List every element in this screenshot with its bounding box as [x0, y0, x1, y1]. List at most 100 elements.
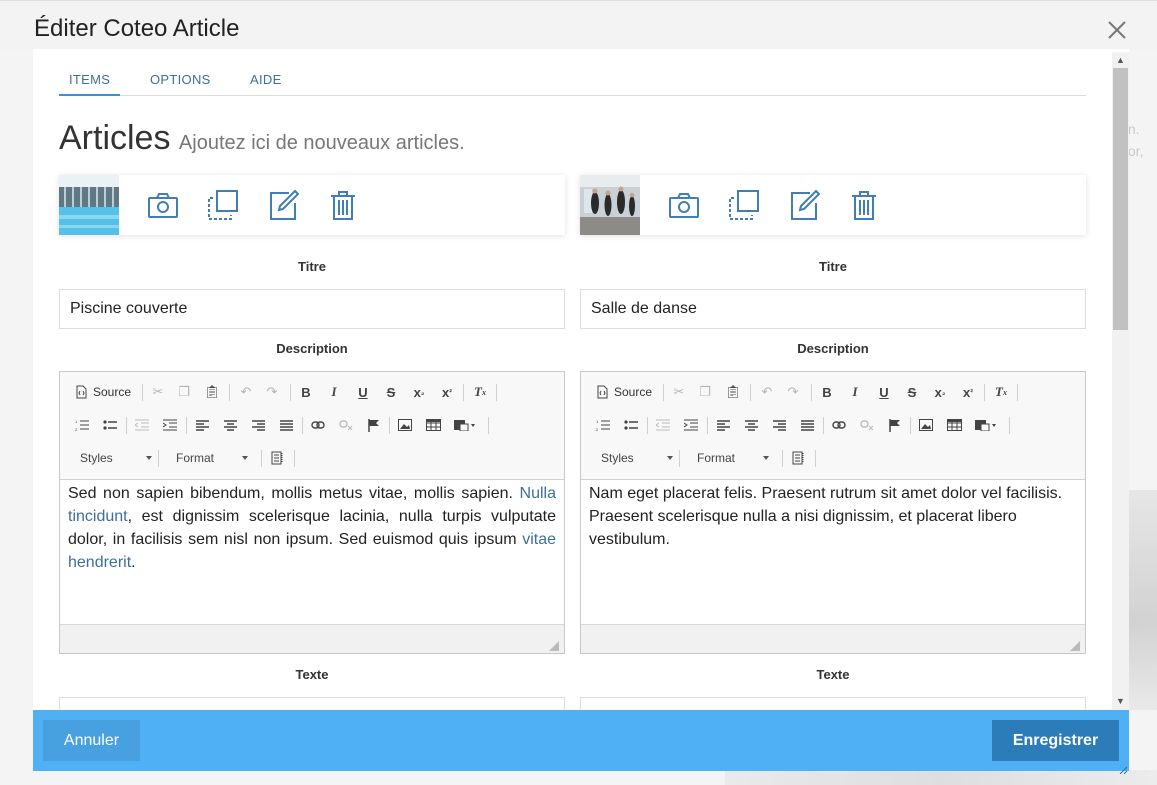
align-center-icon[interactable]: [218, 414, 242, 436]
unlink-icon[interactable]: [334, 414, 358, 436]
align-right-icon[interactable]: [767, 414, 791, 436]
indent-icon[interactable]: [158, 414, 182, 436]
bulleted-list-icon[interactable]: [619, 414, 643, 436]
resize-grip-icon[interactable]: [1119, 761, 1128, 775]
format-dropdown[interactable]: Format: [166, 447, 254, 469]
superscript-icon[interactable]: x²: [435, 381, 459, 403]
outdent-icon[interactable]: [130, 414, 154, 436]
italic-icon[interactable]: I: [322, 381, 346, 403]
camera-icon[interactable]: [668, 189, 700, 221]
texte-editor[interactable]: [580, 697, 1086, 711]
redo-icon[interactable]: ↷: [781, 381, 805, 403]
scroll-down-icon[interactable]: ▼: [1116, 697, 1125, 706]
bold-icon[interactable]: B: [294, 381, 318, 403]
tab-items[interactable]: ITEMS: [69, 72, 110, 87]
insert-widget-dropdown[interactable]: [970, 414, 1002, 436]
description-editor: Source ✂ ❐ 📋︎ ↶ ↷ B I U S x₂ x² T x 1 2 …: [59, 371, 565, 654]
anchor-flag-icon[interactable]: [883, 414, 907, 436]
paste-icon[interactable]: 📋︎: [200, 381, 224, 403]
cancel-button[interactable]: Annuler: [43, 720, 140, 761]
numbered-list-icon[interactable]: 12: [591, 414, 615, 436]
scroll-up-icon[interactable]: ▲: [1116, 56, 1125, 65]
align-left-icon[interactable]: [711, 414, 735, 436]
styles-dropdown[interactable]: Styles: [70, 447, 158, 469]
toolbar-separator: [186, 417, 187, 434]
justify-icon[interactable]: [274, 414, 298, 436]
subscript-icon[interactable]: x₂: [407, 381, 431, 403]
align-left-icon[interactable]: [190, 414, 214, 436]
edit-icon[interactable]: [267, 189, 300, 221]
toolbar-separator: [229, 384, 230, 401]
format-dropdown[interactable]: Format: [687, 447, 775, 469]
article-thumbnail[interactable]: [59, 175, 119, 235]
show-blocks-icon[interactable]: [787, 447, 811, 469]
save-button[interactable]: Enregistrer: [992, 720, 1119, 761]
table-icon[interactable]: [942, 414, 966, 436]
paste-icon[interactable]: 📋︎: [721, 381, 745, 403]
resize-handle-icon[interactable]: [1070, 638, 1080, 651]
insert-widget-dropdown[interactable]: [449, 414, 481, 436]
format-label: Format: [697, 451, 736, 465]
image-icon[interactable]: [914, 414, 938, 436]
trash-icon[interactable]: [848, 189, 880, 221]
page-subtitle: Ajoutez ici de nouveaux articles.: [178, 132, 465, 154]
scrollbar-thumb[interactable]: [1113, 68, 1128, 330]
copy-icon[interactable]: ❐: [693, 381, 717, 403]
subscript-icon[interactable]: x₂: [928, 381, 952, 403]
remove-format-icon[interactable]: Tx: [468, 381, 492, 403]
justify-icon[interactable]: [795, 414, 819, 436]
link-icon[interactable]: [306, 414, 330, 436]
link-icon[interactable]: [827, 414, 851, 436]
styles-label: Styles: [601, 451, 634, 465]
tab-options[interactable]: OPTIONS: [150, 72, 211, 87]
underline-icon[interactable]: U: [351, 381, 375, 403]
superscript-icon[interactable]: x²: [956, 381, 980, 403]
source-icon: [76, 385, 87, 399]
editor-toolbar: Source ✂ ❐ 📋︎ ↶ ↷ B I U S x₂ x² T x 1 2 …: [581, 372, 1085, 480]
description-content[interactable]: Nam eget placerat felis. Praesent rutrum…: [581, 480, 1085, 624]
description-content[interactable]: Sed non sapien bibendum, mollis metus vi…: [60, 480, 564, 624]
copy-icon[interactable]: ❐: [172, 381, 196, 403]
trash-icon[interactable]: [327, 189, 359, 221]
titre-input[interactable]: Salle de danse: [580, 289, 1086, 329]
texte-editor[interactable]: [59, 697, 565, 711]
numbered-list-icon[interactable]: 12: [70, 414, 94, 436]
edit-icon[interactable]: [788, 189, 821, 221]
anchor-flag-icon[interactable]: [362, 414, 386, 436]
indent-icon[interactable]: [679, 414, 703, 436]
source-button[interactable]: Source: [595, 381, 652, 403]
underline-icon[interactable]: U: [872, 381, 896, 403]
redo-icon[interactable]: ↷: [260, 381, 284, 403]
cut-icon[interactable]: ✂: [667, 381, 691, 403]
italic-icon[interactable]: I: [843, 381, 867, 403]
align-center-icon[interactable]: [739, 414, 763, 436]
article-thumbnail[interactable]: [580, 175, 640, 235]
align-right-icon[interactable]: [246, 414, 270, 436]
resize-handle-icon[interactable]: [549, 638, 560, 652]
strikethrough-icon[interactable]: S: [379, 381, 403, 403]
tab-aide[interactable]: AIDE: [250, 72, 282, 87]
toolbar-separator: [910, 417, 911, 434]
unlink-icon[interactable]: [855, 414, 879, 436]
description-text: .: [131, 554, 136, 571]
show-blocks-icon[interactable]: [266, 447, 290, 469]
strikethrough-icon[interactable]: S: [900, 381, 924, 403]
close-icon[interactable]: [1107, 20, 1127, 40]
undo-icon[interactable]: ↶: [234, 381, 258, 403]
source-button[interactable]: Source: [74, 381, 131, 403]
bold-icon[interactable]: B: [815, 381, 839, 403]
duplicate-icon[interactable]: [728, 189, 760, 221]
duplicate-icon[interactable]: [207, 189, 239, 221]
table-icon[interactable]: [421, 414, 445, 436]
outdent-icon[interactable]: [651, 414, 675, 436]
undo-icon[interactable]: ↶: [755, 381, 779, 403]
cut-icon[interactable]: ✂: [146, 381, 170, 403]
camera-icon[interactable]: [147, 189, 179, 221]
titre-input[interactable]: Piscine couverte: [59, 289, 565, 329]
remove-format-icon[interactable]: Tx: [989, 381, 1013, 403]
image-icon[interactable]: [393, 414, 417, 436]
vertical-scrollbar[interactable]: ▲ ▼: [1112, 52, 1129, 710]
bulleted-list-icon[interactable]: [98, 414, 122, 436]
toolbar-separator: [707, 417, 708, 434]
styles-dropdown[interactable]: Styles: [591, 447, 679, 469]
